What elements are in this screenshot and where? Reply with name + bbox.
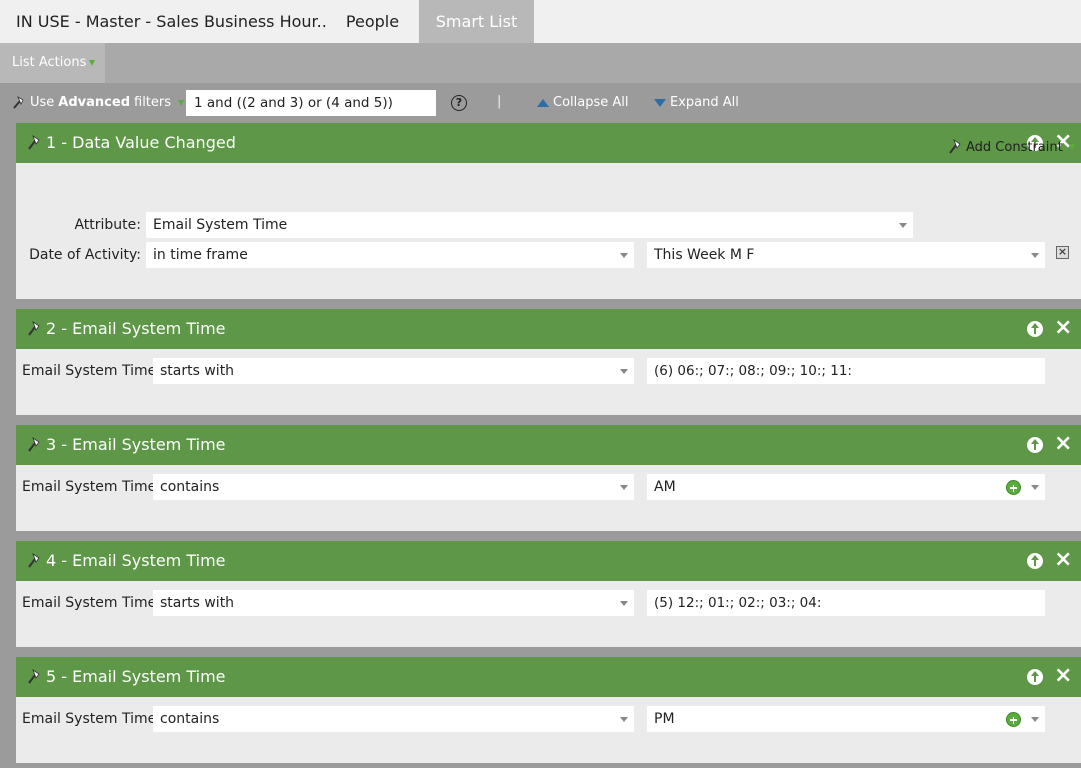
operator-value: starts with [160,363,235,379]
filter-logic-input[interactable] [186,90,436,116]
filter-title: 5 - Email System Time [46,667,226,686]
date-operator-value: in time frame [153,247,248,263]
magic-wand-icon [28,553,40,568]
advanced-filters-toggle[interactable]: Use Advanced filters [12,95,185,110]
move-up-icon[interactable] [1027,669,1043,685]
operator-select[interactable]: starts with [153,590,634,616]
filter-title: 3 - Email System Time [46,435,226,454]
actions-bar: List Actions [0,43,1081,83]
expand-all-button[interactable]: Expand All [654,95,739,110]
value-select[interactable]: AM [647,474,1045,500]
magic-wand-icon [28,669,40,684]
magic-wand-icon [28,135,40,150]
operator-value: contains [160,711,220,727]
field-label: Email System Time: [22,479,161,495]
date-value-select[interactable]: This Week M F [647,242,1045,268]
collapse-icon [537,98,549,107]
move-up-icon[interactable] [1027,553,1043,569]
filter-card-5: 5 - Email System Time × Email System Tim… [16,657,1081,763]
field-label: Email System Time: [22,595,161,611]
chevron-down-icon [1031,253,1039,258]
operator-select[interactable]: contains [153,474,634,500]
filter-card-2: 2 - Email System Time × Email System Tim… [16,309,1081,415]
chevron-down-icon [620,485,628,490]
tab-bar: IN USE - Master - Sales Business Hour...… [0,0,1081,43]
operator-select[interactable]: starts with [153,358,634,384]
add-value-icon[interactable] [1006,712,1021,727]
attribute-label: Attribute: [74,217,141,233]
chevron-down-icon [620,601,628,606]
field-label: Email System Time: [22,363,161,379]
magic-wand-icon [28,321,40,336]
date-operator-select[interactable]: in time frame [146,242,634,268]
advanced-label: Advanced [58,95,130,110]
close-icon[interactable]: × [1054,549,1072,571]
date-of-activity-label: Date of Activity: [29,247,141,263]
filter-title: 2 - Email System Time [46,319,226,338]
magic-wand-icon [949,139,961,154]
chevron-down-icon [620,369,628,374]
close-icon[interactable]: × [1054,317,1072,339]
filters-label: filters [134,95,172,110]
filter-header[interactable]: 4 - Email System Time × [16,541,1081,581]
list-actions-label: List Actions [12,55,87,70]
close-icon[interactable]: × [1054,433,1072,455]
attribute-select[interactable]: Email System Time [146,212,913,238]
list-actions-button[interactable]: List Actions [0,43,105,83]
expand-icon [654,98,666,107]
tab-smart-list[interactable]: Smart List [419,0,534,43]
move-up-icon[interactable] [1027,437,1043,453]
use-label: Use [30,95,55,110]
tab-people[interactable]: People [326,0,419,43]
add-value-icon[interactable] [1006,480,1021,495]
chevron-down-icon [1031,485,1039,490]
chevron-down-icon [620,253,628,258]
magic-wand-icon [28,437,40,452]
filter-header[interactable]: 2 - Email System Time × [16,309,1081,349]
expand-all-label: Expand All [670,95,739,110]
operator-value: contains [160,479,220,495]
dropdown-arrow-icon [178,99,185,106]
dropdown-arrow-icon [89,59,96,66]
chevron-down-icon [1031,717,1039,722]
collapse-all-label: Collapse All [553,95,629,110]
filter-card-3: 3 - Email System Time × Email System Tim… [16,425,1081,531]
value-text: PM [654,711,675,727]
add-constraint-label: Add Constraint [966,139,1063,155]
add-constraint-button[interactable]: Add Constraint [947,139,1075,155]
value-input[interactable]: (5) 12:; 01:; 02:; 03:; 04: [647,590,1045,616]
filter-header[interactable]: 3 - Email System Time × [16,425,1081,465]
tab-list-name[interactable]: IN USE - Master - Sales Business Hour... [0,0,326,43]
value-input[interactable]: (6) 06:; 07:; 08:; 09:; 10:; 11: [647,358,1045,384]
filter-header[interactable]: 5 - Email System Time × [16,657,1081,697]
attribute-value: Email System Time [153,217,288,233]
value-text: AM [654,479,676,495]
chevron-down-icon [899,223,907,228]
operator-value: starts with [160,595,235,611]
filter-card-1: 1 - Data Value Changed × Add Constraint … [16,123,1081,299]
close-icon[interactable]: × [1054,665,1072,687]
move-up-icon[interactable] [1027,321,1043,337]
dropdown-arrow-icon [1068,144,1075,150]
chevron-down-icon [620,717,628,722]
toolbar-separator: | [497,94,502,109]
magic-wand-icon [13,95,24,109]
filter-title: 1 - Data Value Changed [46,133,236,152]
help-icon[interactable]: ? [451,95,467,111]
collapse-all-button[interactable]: Collapse All [537,95,629,110]
filter-title: 4 - Email System Time [46,551,226,570]
operator-select[interactable]: contains [153,706,634,732]
filter-toolbar: Use Advanced filters ? | Collapse All Ex… [0,83,1081,123]
remove-constraint-icon[interactable]: × [1056,246,1069,259]
date-value: This Week M F [654,247,755,263]
value-select[interactable]: PM [647,706,1045,732]
field-label: Email System Time: [22,711,161,727]
filter-header[interactable]: 1 - Data Value Changed × [16,123,1081,163]
filter-card-4: 4 - Email System Time × Email System Tim… [16,541,1081,647]
